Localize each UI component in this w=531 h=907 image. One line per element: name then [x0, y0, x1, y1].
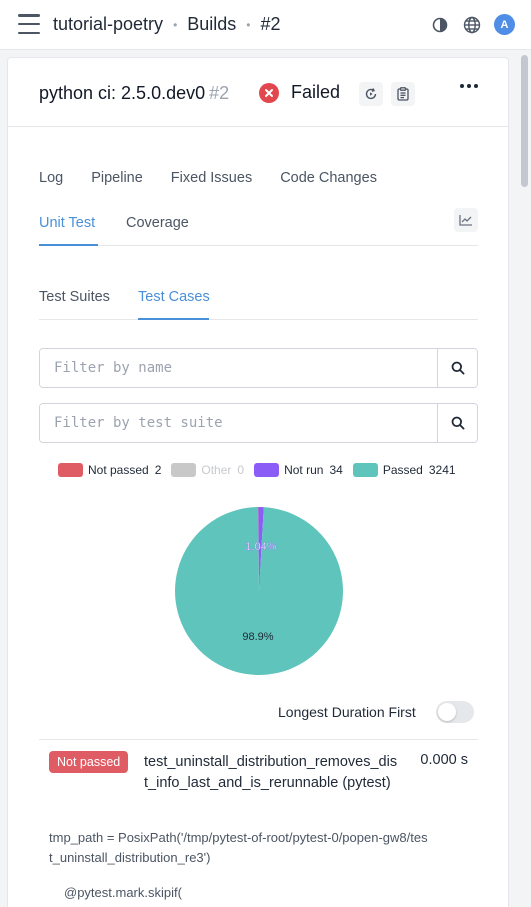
legend-swatch	[171, 463, 197, 477]
build-title-text: python ci: 2.5.0.dev0	[39, 83, 206, 103]
legend-swatch	[352, 463, 378, 477]
build-tabs: Log Pipeline Fixed Issues Code Changes	[39, 170, 405, 186]
breadcrumb-builds[interactable]: Builds	[187, 14, 236, 35]
tab-coverage[interactable]: Coverage	[126, 215, 189, 231]
theme-toggle-icon[interactable]	[430, 15, 450, 35]
failed-icon	[259, 82, 279, 103]
name-filter	[39, 348, 478, 388]
test-case-name: test_uninstall_distribution_removes_dist…	[144, 754, 398, 791]
tab-test-suites[interactable]: Test Suites	[39, 289, 110, 305]
legend-not-passed[interactable]: Not passed 2	[58, 463, 161, 477]
test-duration: 0.000 s	[420, 752, 468, 768]
trend-chart-icon[interactable]	[454, 208, 478, 232]
build-number: #2	[209, 83, 230, 103]
legend-swatch	[254, 463, 280, 477]
test-trace: tmp_path = PosixPath('/tmp/pytest-of-roo…	[49, 830, 428, 865]
status-label: Failed	[291, 82, 341, 102]
menu-icon[interactable]	[18, 14, 40, 34]
legend-count: 3241	[428, 463, 456, 477]
breadcrumb-separator: •	[246, 17, 251, 32]
build-header: python ci: 2.5.0.dev0 #2 Failed	[8, 58, 508, 127]
build-title: python ci: 2.5.0.dev0 #2	[39, 83, 229, 104]
legend-count: 34	[329, 463, 343, 477]
tab-log[interactable]: Log	[39, 170, 63, 186]
tab-fixed-issues[interactable]: Fixed Issues	[171, 170, 252, 186]
view-tabs: Test Suites Test Cases	[39, 277, 478, 320]
build-card: python ci: 2.5.0.dev0 #2 Failed Log Pipel…	[7, 57, 509, 907]
test-code-line: @pytest.mark.skipif(	[64, 885, 182, 900]
longest-duration-toggle[interactable]	[435, 701, 474, 723]
active-tab-indicator	[39, 244, 98, 246]
breadcrumb-project[interactable]: tutorial-poetry	[53, 14, 163, 35]
globe-icon[interactable]	[462, 15, 482, 35]
legend-label: Other	[201, 463, 232, 477]
legend-label: Not passed	[88, 463, 149, 477]
avatar[interactable]: A	[494, 14, 515, 35]
pie-label-not-run: 1.04%	[245, 541, 276, 553]
pie-label-passed: 98.9%	[242, 631, 273, 643]
tab-code-changes[interactable]: Code Changes	[280, 170, 377, 186]
legend-label: Passed	[382, 463, 423, 477]
rebuild-button[interactable]	[359, 82, 383, 106]
legend-label: Not run	[284, 463, 324, 477]
test-results-pie-chart: 1.04% 98.9%	[174, 507, 343, 675]
breadcrumb: tutorial-poetry • Builds • #2	[53, 14, 281, 35]
sort-label: Longest Duration First	[278, 704, 416, 720]
test-tabs: Unit Test Coverage	[39, 203, 478, 246]
scrollbar-thumb[interactable]	[521, 55, 528, 187]
build-status: Failed	[259, 82, 340, 103]
more-options-icon[interactable]	[460, 84, 478, 88]
search-icon[interactable]	[437, 404, 477, 442]
chart-legend: Not passed 2 Other 0 Not run 34 Passed 3…	[58, 463, 466, 477]
suite-filter	[39, 403, 478, 443]
breadcrumb-separator: •	[173, 17, 178, 32]
suite-filter-input[interactable]	[40, 404, 437, 442]
top-bar: tutorial-poetry • Builds • #2 A	[0, 0, 531, 50]
sort-toggle-row: Longest Duration First	[278, 701, 474, 723]
tab-unit-test[interactable]: Unit Test	[39, 215, 95, 231]
name-filter-input[interactable]	[40, 349, 437, 387]
legend-passed[interactable]: Passed 3241	[352, 463, 456, 477]
legend-count: 2	[154, 463, 162, 477]
toggle-knob	[437, 703, 456, 721]
status-badge: Not passed	[49, 751, 129, 773]
search-icon[interactable]	[437, 349, 477, 387]
clipboard-icon[interactable]	[391, 82, 415, 106]
breadcrumb-build-number[interactable]: #2	[261, 14, 281, 35]
legend-swatch	[58, 463, 83, 477]
test-case-row[interactable]: Not passed test_uninstall_distribution_r…	[39, 739, 478, 907]
active-tab-indicator	[138, 318, 209, 320]
tab-pipeline[interactable]: Pipeline	[91, 170, 143, 186]
legend-not-run[interactable]: Not run 34	[254, 463, 343, 477]
legend-count: 0	[237, 463, 245, 477]
tab-test-cases[interactable]: Test Cases	[138, 289, 210, 305]
legend-other[interactable]: Other 0	[171, 463, 244, 477]
